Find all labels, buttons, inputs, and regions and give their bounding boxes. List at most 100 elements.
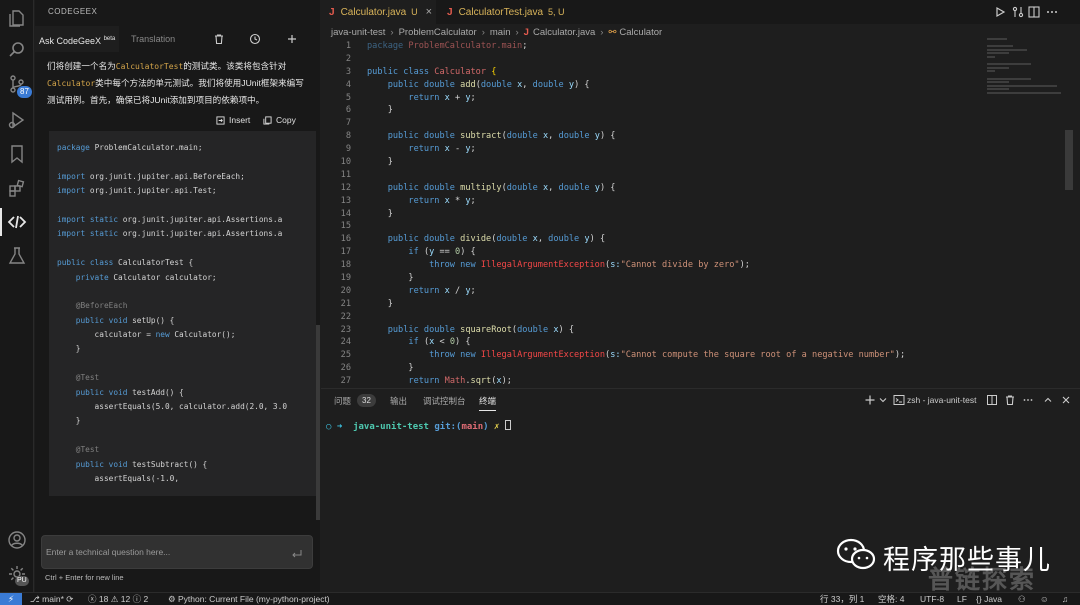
line-number: 5 (345, 92, 351, 103)
java-file-icon: J (523, 26, 529, 38)
code-line: public class CalculatorTest { (57, 258, 194, 268)
breadcrumb-item[interactable]: main (490, 27, 511, 38)
bookmark-icon[interactable] (7, 144, 27, 164)
code-line: public void setUp() { (75, 315, 175, 325)
tab-output[interactable]: 输出 (390, 395, 407, 407)
terminal-icon (893, 394, 905, 406)
line-number: 14 (340, 208, 351, 219)
code-line: private Calculator calculator; (75, 272, 217, 282)
line-number: 12 (340, 182, 351, 193)
line-number: 21 (340, 298, 351, 309)
cursor-position[interactable]: 行 33，列 1 (820, 593, 864, 605)
breadcrumb-item[interactable]: Calculator (619, 27, 662, 38)
copilot-icon[interactable]: ⚇ (1018, 593, 1026, 605)
terminal-name[interactable]: zsh - java-unit-test (907, 395, 976, 405)
close-panel-icon[interactable] (1060, 394, 1072, 406)
line-number: 3 (345, 66, 351, 77)
watermark: 程序那些事儿 普链探索 (836, 530, 1066, 594)
more-actions-icon[interactable] (1022, 394, 1034, 406)
split-terminal-icon[interactable] (986, 394, 998, 406)
run-debug-icon[interactable] (7, 110, 27, 130)
history-icon[interactable] (249, 33, 261, 45)
codegeex-panel: CODEGEEX Ask CodeGeeX beta Translation 们… (35, 0, 320, 592)
breadcrumb-item[interactable]: ProblemCalculator (399, 27, 477, 38)
codegeex-icon[interactable] (7, 212, 27, 232)
language-mode[interactable]: {} Java (976, 593, 1002, 605)
send-icon[interactable] (291, 547, 303, 559)
info-icon: ⓘ (132, 594, 142, 604)
line-number: 19 (340, 273, 351, 284)
problems-indicator[interactable]: ⓧ 18 ⚠ 12 ⓘ 2 (88, 593, 148, 605)
java-file-icon: J (329, 6, 335, 18)
line-number: 11 (340, 169, 351, 180)
error-icon: ⓧ (88, 594, 97, 604)
split-editor-icon[interactable] (1027, 5, 1041, 19)
copy-button[interactable]: Copy (263, 115, 296, 125)
account-icon[interactable] (7, 530, 27, 550)
feedback-icon[interactable]: ☺ (1040, 593, 1049, 605)
chat-message: 们将创建一个名为CalculatorTest的测试类。该类将包含针对Calcul… (47, 61, 304, 105)
compare-changes-icon[interactable] (1011, 5, 1025, 19)
code-line: } (57, 344, 81, 354)
run-icon[interactable] (993, 5, 1007, 19)
explorer-icon[interactable] (7, 8, 27, 28)
remote-indicator[interactable]: ⚡ (0, 593, 22, 605)
code-line: import org.junit.jupiter.api.BeforeEach; (57, 171, 245, 181)
generated-code-block[interactable]: package ProblemCalculator.main; import o… (49, 131, 316, 496)
problems-count-badge: 32 (357, 394, 376, 407)
trash-icon[interactable] (213, 33, 225, 45)
new-line-hint: Ctrl + Enter for new line (45, 573, 124, 582)
line-number: 10 (340, 157, 351, 168)
maximize-panel-icon[interactable] (1042, 394, 1054, 406)
testing-flask-icon[interactable] (7, 246, 27, 266)
insert-button[interactable]: Insert (216, 115, 250, 125)
search-icon[interactable] (7, 40, 27, 60)
sync-icon: ⟳ (66, 594, 74, 604)
encoding[interactable]: UTF-8 (920, 593, 944, 605)
code-editor[interactable]: package ProblemCalculator.main; public c… (367, 40, 1017, 388)
line-number: 13 (340, 195, 351, 206)
line-number: 17 (340, 247, 351, 258)
side-scrollbar[interactable] (316, 325, 320, 520)
breadcrumb-item[interactable]: java-unit-test (331, 27, 385, 38)
tab-problems[interactable]: 问题 (334, 395, 351, 407)
chevron-down-icon[interactable] (877, 394, 889, 406)
status-bar: ⚡ ⎇ main* ⟳ ⓧ 18 ⚠ 12 ⓘ 2 ⚙ Python: Curr… (0, 592, 1080, 605)
new-terminal-plus-icon[interactable] (864, 394, 876, 406)
branch-indicator[interactable]: ⎇ main* ⟳ (30, 593, 73, 605)
tab-calculator-java[interactable]: J Calculator.java U × (321, 0, 436, 24)
tab-debug-console[interactable]: 调试控制台 (423, 395, 466, 407)
line-number: 8 (345, 131, 351, 142)
tab-translation[interactable]: Translation (131, 26, 175, 52)
trash-icon[interactable] (1004, 394, 1016, 406)
codegeex-tabs: Ask CodeGeeX beta Translation (35, 26, 320, 52)
tab-calculatortest-java[interactable]: J CalculatorTest.java 5, U (439, 0, 579, 24)
code-line: import static org.junit.jupiter.api.Asse… (57, 229, 283, 239)
eol[interactable]: LF (957, 593, 967, 605)
editor-scrollbar[interactable] (1065, 130, 1073, 190)
line-number: 23 (340, 324, 351, 335)
run-configuration[interactable]: ⚙ Python: Current File (my-python-projec… (168, 593, 330, 605)
breadcrumb-item[interactable]: Calculator.java (533, 27, 595, 38)
watermark-subtext: 普链探索 (928, 566, 1037, 594)
close-tab-icon[interactable]: × (426, 6, 432, 18)
account-badge: PU (15, 576, 29, 586)
notifications-bell-icon[interactable]: ♫ (1062, 593, 1068, 605)
line-number: 7 (345, 118, 351, 129)
extensions-icon[interactable] (7, 178, 27, 198)
python-icon: ⚙ (168, 594, 176, 604)
ask-question-input[interactable] (46, 544, 276, 560)
tab-terminal[interactable]: 终端 (479, 395, 497, 411)
code-line: } (57, 416, 81, 426)
line-number: 22 (340, 311, 351, 322)
line-number: 4 (345, 79, 351, 90)
terminal-prompt[interactable]: ○ ➜ java-unit-test git:(main) ✗ (326, 420, 511, 432)
indentation[interactable]: 空格: 4 (878, 593, 904, 605)
ask-input-box (41, 535, 313, 569)
tab-ask-codegeex[interactable]: Ask CodeGeeX beta (35, 26, 119, 52)
code-block-toolbar: Insert Copy (49, 112, 316, 132)
new-chat-plus-icon[interactable] (286, 33, 298, 45)
minimap[interactable] (987, 38, 1067, 98)
more-actions-icon[interactable] (1045, 5, 1059, 19)
